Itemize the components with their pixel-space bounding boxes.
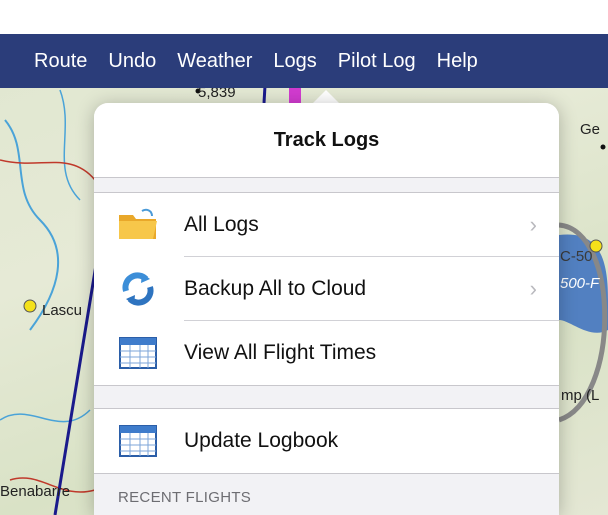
- popover-header: Track Logs: [94, 103, 559, 178]
- table-icon: [116, 331, 160, 375]
- map-label-benabarre: Benabarre: [0, 483, 71, 500]
- update-logbook-row[interactable]: Update Logbook: [94, 409, 559, 473]
- backup-all-row[interactable]: Backup All to Cloud ›: [94, 257, 559, 321]
- track-logs-popover: Track Logs All Logs › Backup All to Clou…: [94, 103, 559, 515]
- route-button[interactable]: Route: [34, 50, 87, 73]
- map-label-c50: C-50: [560, 248, 593, 265]
- view-flight-times-row[interactable]: View All Flight Times: [94, 321, 559, 385]
- all-logs-row[interactable]: All Logs ›: [94, 193, 559, 257]
- map-label-ge: Ge: [580, 121, 601, 138]
- popover-arrow: [312, 90, 340, 104]
- weather-button[interactable]: Weather: [177, 50, 252, 73]
- update-logbook-label: Update Logbook: [184, 429, 339, 452]
- table-icon: [116, 419, 160, 463]
- nav-bar: Route Undo Weather Logs Pilot Log Help: [0, 34, 608, 88]
- chevron-right-icon: ›: [529, 212, 537, 237]
- map-label-lascu: Lascu: [42, 302, 83, 319]
- status-area: [0, 0, 608, 34]
- menu-group-logbook: Update Logbook: [94, 408, 559, 474]
- map-label-mp: mp (L: [561, 387, 600, 404]
- undo-button[interactable]: Undo: [108, 50, 156, 73]
- popover-title: Track Logs: [273, 128, 380, 151]
- chevron-right-icon: ›: [529, 276, 537, 301]
- view-flight-times-label: View All Flight Times: [184, 341, 377, 364]
- logs-button[interactable]: Logs: [273, 50, 316, 73]
- help-button[interactable]: Help: [437, 50, 478, 73]
- cloud-sync-icon: [116, 267, 160, 311]
- map-label-500f: 500-F: [560, 275, 600, 292]
- section-header-recent-flights: RECENT FLIGHTS: [118, 489, 252, 506]
- folder-icon: [116, 203, 160, 247]
- menu-group-logs: All Logs › Backup All to Cloud › View Al…: [94, 192, 559, 386]
- all-logs-label: All Logs: [184, 213, 259, 236]
- top-toolbar: Route Undo Weather Logs Pilot Log Help: [0, 0, 608, 90]
- pilot-log-button[interactable]: Pilot Log: [338, 50, 416, 73]
- backup-all-label: Backup All to Cloud: [184, 277, 367, 300]
